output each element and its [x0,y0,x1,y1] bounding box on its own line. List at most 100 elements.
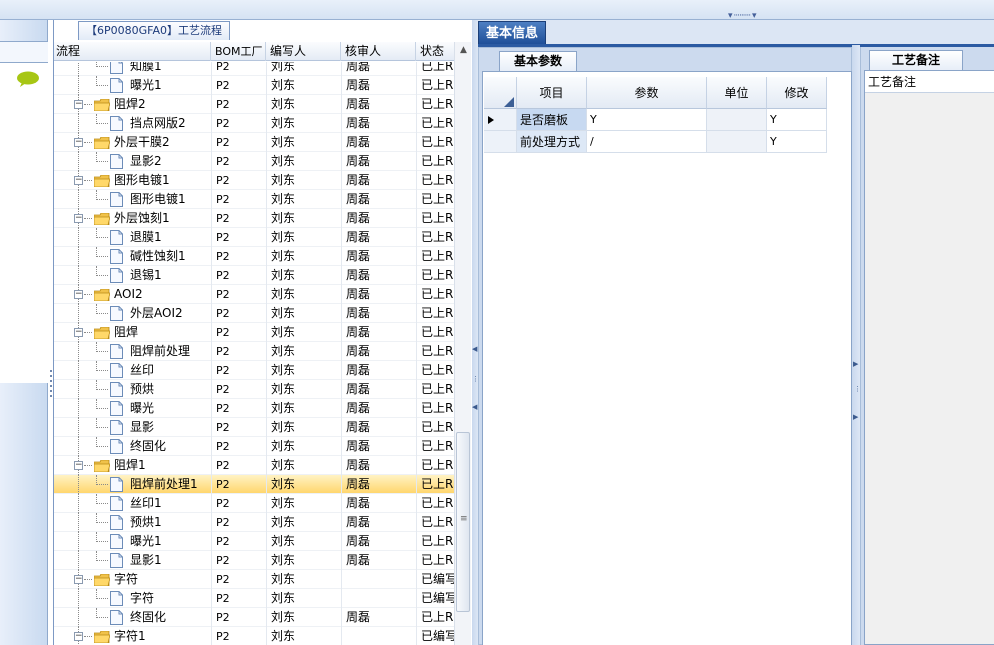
tree-folder-row[interactable]: − 阻焊 P2 刘东 周磊 已上R [54,323,454,342]
column-header-item[interactable]: 项目 [517,77,587,109]
tab-basic-params[interactable]: 基本参数 [499,51,578,71]
notes-splitter[interactable]: ▶ ⋮ ▶ [852,45,861,645]
folder-icon [93,459,111,473]
reviewer-cell: 周磊 [341,247,416,266]
param-modify-cell[interactable]: Y [767,131,827,153]
tree-step-row[interactable]: 显影 P2 刘东 周磊 已上R [54,418,454,437]
status-cell: 已上R [416,209,454,228]
column-header-status[interactable]: 状态 [416,42,454,61]
scroll-up-arrow-icon[interactable]: ▲ [455,42,472,59]
column-header-editor[interactable]: 编写人 [266,42,341,61]
tree-folder-row[interactable]: − 字符 P2 刘东 已编写 [54,570,454,589]
tree-step-row[interactable]: 终固化 P2 刘东 周磊 已上R [54,437,454,456]
tree-node-label: 退锡1 [130,268,162,282]
param-item-cell[interactable]: 前处理方式 [517,131,587,153]
tree-node-label: 外层干膜2 [114,135,170,149]
bom-factory-cell: P2 [211,228,266,247]
tree-connector-line [96,85,108,86]
tree-step-row[interactable]: 图形电镀1 P2 刘东 周磊 已上R [54,190,454,209]
tree-step-row[interactable]: 碱性蚀刻1 P2 刘东 周磊 已上R [54,247,454,266]
tree-folder-row[interactable]: − AOI2 P2 刘东 周磊 已上R [54,285,454,304]
collapse-toggle-icon[interactable]: − [74,138,83,147]
reviewer-cell: 周磊 [341,95,416,114]
tree-step-row[interactable]: 退锡1 P2 刘东 周磊 已上R [54,266,454,285]
tree-step-row[interactable]: 阻焊前处理1 P2 刘东 周磊 已上R [54,475,454,494]
param-item-cell[interactable]: 是否磨板 [517,109,587,131]
splitter-grip-icon[interactable]: ⋮ [854,385,861,393]
tree-step-row[interactable]: 知膜1 P2 刘东 周磊 已上R [54,62,454,76]
editor-cell: 刘东 [266,228,341,247]
tree-connector-line [96,389,108,390]
tree-step-row[interactable]: 丝印1 P2 刘东 周磊 已上R [54,494,454,513]
tree-connector-line [78,437,79,456]
tab-process-notes[interactable]: 工艺备注 [869,50,963,70]
editor-cell: 刘东 [266,570,341,589]
tree-step-row[interactable]: 预烘1 P2 刘东 周磊 已上R [54,513,454,532]
tree-step-row[interactable]: 字符 P2 刘东 已编写 [54,589,454,608]
collapse-toggle-icon[interactable]: − [74,100,83,109]
column-header-flow[interactable]: 流程 [54,42,211,61]
grid-corner[interactable] [484,77,517,109]
bom-factory-cell: P2 [211,551,266,570]
document-icon [110,496,123,511]
reviewer-cell: 周磊 [341,323,416,342]
tree-step-row[interactable]: 阻焊前处理 P2 刘东 周磊 已上R [54,342,454,361]
column-header-param[interactable]: 参数 [587,77,707,109]
document-icon [110,154,123,169]
collapse-toggle-icon[interactable]: − [74,214,83,223]
tree-node-label: 曝光1 [130,534,162,548]
param-unit-cell[interactable] [707,109,767,131]
splitter-left-arrow-icon[interactable]: ▶ [853,413,858,421]
collapse-toggle-icon[interactable]: − [74,575,83,584]
tree-connector-line [78,608,79,627]
grid-row[interactable]: 是否磨板 Y Y [484,109,854,131]
tree-step-row[interactable]: 终固化 P2 刘东 周磊 已上R [54,608,454,627]
tree-step-row[interactable]: 外层AOI2 P2 刘东 周磊 已上R [54,304,454,323]
tree-folder-row[interactable]: − 字符1 P2 刘东 已编写 [54,627,454,645]
tree-folder-row[interactable]: − 图形电镀1 P2 刘东 周磊 已上R [54,171,454,190]
column-header-unit[interactable]: 单位 [707,77,767,109]
row-indicator[interactable] [484,131,517,153]
scrollbar-thumb[interactable]: ≡ [456,432,470,612]
row-indicator[interactable] [484,109,517,131]
column-header-bom-factory[interactable]: BOM工厂 [211,42,266,61]
column-header-modify[interactable]: 修改 [767,77,827,109]
collapse-toggle-icon[interactable]: − [74,290,83,299]
collapse-toggle-icon[interactable]: − [74,328,83,337]
tree-folder-row[interactable]: − 阻焊1 P2 刘东 周磊 已上R [54,456,454,475]
tree-step-row[interactable]: 预烘 P2 刘东 周磊 已上R [54,380,454,399]
tree-step-row[interactable]: 挡点网版2 P2 刘东 周磊 已上R [54,114,454,133]
param-unit-cell[interactable] [707,131,767,153]
document-icon [110,116,123,131]
tree-step-row[interactable]: 退膜1 P2 刘东 周磊 已上R [54,228,454,247]
tree-step-row[interactable]: 丝印 P2 刘东 周磊 已上R [54,361,454,380]
tree-step-row[interactable]: 曝光1 P2 刘东 周磊 已上R [54,76,454,95]
collapse-toggle-icon[interactable]: − [74,461,83,470]
splitter-right-arrow-icon[interactable]: ▶ [853,360,858,368]
tree-vertical-scrollbar[interactable]: ▲ ≡ [454,42,471,645]
tab-process-flow[interactable]: 【6P0080GFA0】工艺流程 [78,21,230,40]
bom-factory-cell: P2 [211,133,266,152]
grid-row[interactable]: 前处理方式 / Y [484,131,854,153]
tree-step-row[interactable]: 曝光1 P2 刘东 周磊 已上R [54,532,454,551]
splitter-right-arrow-icon[interactable]: ◀ [472,403,477,411]
param-modify-cell[interactable]: Y [767,109,827,131]
splitter-left-arrow-icon[interactable]: ◀ [472,345,477,353]
collapse-toggle-icon[interactable]: − [74,632,83,641]
tree-connector-line [96,123,108,124]
tree-folder-row[interactable]: − 外层干膜2 P2 刘东 周磊 已上R [54,133,454,152]
tree-folder-row[interactable]: − 外层蚀刻1 P2 刘东 周磊 已上R [54,209,454,228]
tree-folder-row[interactable]: − 阻焊2 P2 刘东 周磊 已上R [54,95,454,114]
tree-connector-line [78,589,79,608]
tree-step-row[interactable]: 显影1 P2 刘东 周磊 已上R [54,551,454,570]
tree-node-label: 外层蚀刻1 [114,211,170,225]
tree-step-row[interactable]: 曝光 P2 刘东 周磊 已上R [54,399,454,418]
chat-bubble-icon[interactable] [16,71,40,87]
collapse-toggle-icon[interactable]: − [74,176,83,185]
tree-step-row[interactable]: 显影2 P2 刘东 周磊 已上R [54,152,454,171]
param-value-cell[interactable]: Y [587,109,707,131]
column-header-reviewer[interactable]: 核审人 [341,42,416,61]
tab-basic-info[interactable]: 基本信息 [478,21,546,45]
param-value-cell[interactable]: / [587,131,707,153]
collapse-grip-icon[interactable]: ▾ ········· ▾ [728,12,790,21]
